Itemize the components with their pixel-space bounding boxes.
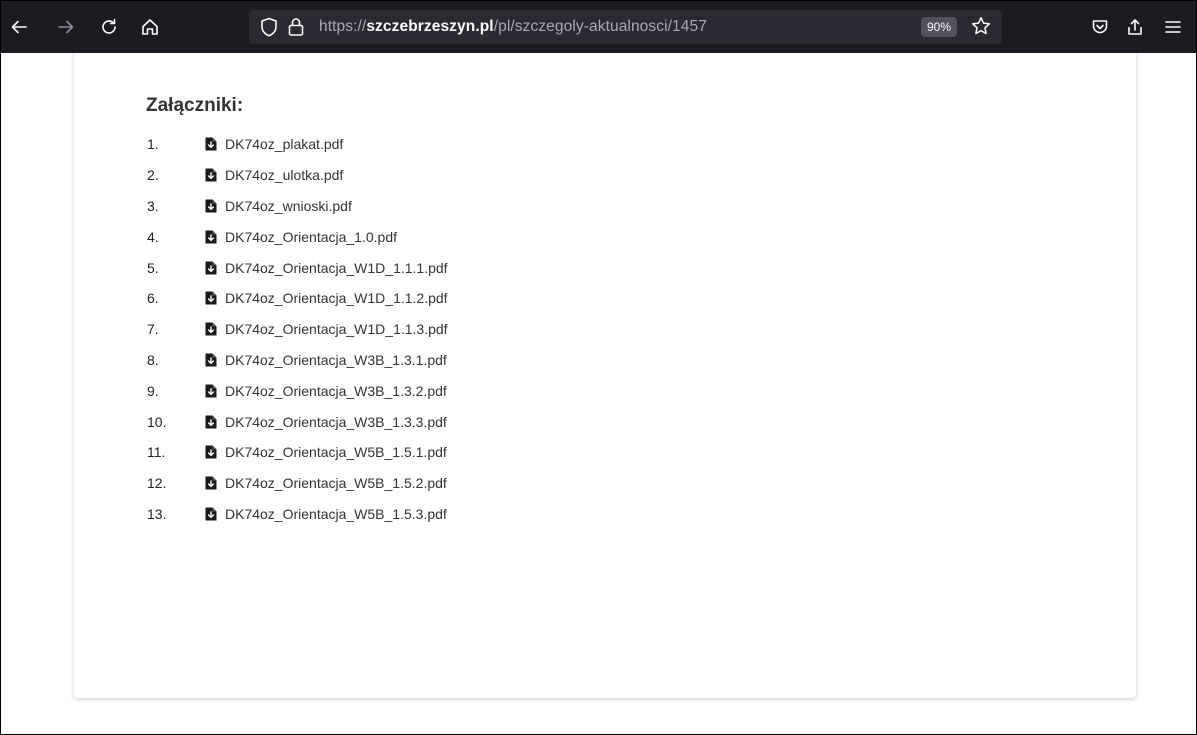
article-card: Załączniki: 1. DK74oz_plakat.pdf 2. DK74… (74, 53, 1136, 698)
attachment-item: 7. DK74oz_Orientacja_W1D_1.1.3.pdf (146, 314, 448, 345)
browser-toolbar: https://szczebrzeszyn.pl/pl/szczegoly-ak… (1, 1, 1196, 53)
attachment-item: 5. DK74oz_Orientacja_W1D_1.1.1.pdf (146, 252, 448, 283)
attachment-link[interactable]: DK74oz_Orientacja_W3B_1.3.3.pdf (225, 414, 447, 430)
attachment-link[interactable]: DK74oz_Orientacja_W5B_1.5.1.pdf (225, 444, 447, 460)
attachment-number: 8. (147, 351, 159, 368)
attachment-link[interactable]: DK74oz_Orientacja_W3B_1.3.2.pdf (225, 383, 447, 399)
attachment-link[interactable]: DK74oz_ulotka.pdf (225, 167, 343, 183)
address-bar[interactable]: https://szczebrzeszyn.pl/pl/szczegoly-ak… (249, 10, 1002, 44)
attachment-link[interactable]: DK74oz_Orientacja_W3B_1.3.1.pdf (225, 352, 447, 368)
attachment-link[interactable]: DK74oz_Orientacja_W1D_1.1.2.pdf (225, 290, 448, 306)
pdf-file-download-icon[interactable] (205, 137, 217, 151)
pdf-file-download-icon[interactable] (205, 322, 217, 336)
pdf-file-download-icon[interactable] (205, 230, 217, 244)
attachment-item: 12. DK74oz_Orientacja_W5B_1.5.2.pdf (146, 468, 448, 499)
star-icon[interactable] (970, 15, 992, 42)
url-path: /pl/szczegoly-aktualnosci/1457 (493, 18, 707, 35)
forward-arrow-icon[interactable] (54, 15, 78, 39)
pdf-file-download-icon[interactable] (205, 199, 217, 213)
attachment-number: 2. (147, 167, 159, 184)
attachment-item: 13. DK74oz_Orientacja_W5B_1.5.3.pdf (146, 499, 448, 530)
attachment-number: 4. (147, 228, 159, 245)
pdf-file-download-icon[interactable] (205, 291, 217, 305)
pdf-file-download-icon[interactable] (205, 476, 217, 490)
attachment-number: 3. (147, 197, 159, 214)
pdf-file-download-icon[interactable] (205, 445, 217, 459)
url-text[interactable]: https://szczebrzeszyn.pl/pl/szczegoly-ak… (319, 10, 707, 44)
pdf-file-download-icon[interactable] (205, 353, 217, 367)
url-host: szczebrzeszyn.pl (366, 18, 494, 35)
shield-icon[interactable] (259, 16, 279, 43)
pocket-icon[interactable] (1088, 15, 1112, 39)
pdf-file-download-icon[interactable] (205, 168, 217, 182)
lock-icon[interactable] (287, 16, 305, 43)
attachment-item: 6. DK74oz_Orientacja_W1D_1.1.2.pdf (146, 283, 448, 314)
pdf-file-download-icon[interactable] (205, 384, 217, 398)
attachment-link[interactable]: DK74oz_Orientacja_W5B_1.5.3.pdf (225, 506, 447, 522)
attachment-item: 1. DK74oz_plakat.pdf (146, 129, 448, 160)
reload-icon[interactable] (97, 15, 121, 39)
attachments-list: 1. DK74oz_plakat.pdf 2. DK74oz_ulotka.pd… (146, 129, 448, 529)
attachment-item: 10. DK74oz_Orientacja_W3B_1.3.3.pdf (146, 406, 448, 437)
attachment-link[interactable]: DK74oz_Orientacja_W5B_1.5.2.pdf (225, 475, 447, 491)
home-icon[interactable] (138, 15, 162, 39)
attachment-link[interactable]: DK74oz_Orientacja_W1D_1.1.1.pdf (225, 260, 448, 276)
attachment-item: 4. DK74oz_Orientacja_1.0.pdf (146, 221, 448, 252)
attachment-number: 10. (147, 413, 167, 430)
attachment-link[interactable]: DK74oz_plakat.pdf (225, 136, 343, 152)
attachment-number: 9. (147, 382, 159, 399)
back-arrow-icon[interactable] (7, 15, 31, 39)
attachment-number: 5. (147, 259, 159, 276)
share-icon[interactable] (1123, 15, 1147, 39)
attachment-number: 12. (147, 475, 167, 492)
pdf-file-download-icon[interactable] (205, 261, 217, 275)
attachment-number: 1. (147, 136, 159, 153)
attachment-item: 11. DK74oz_Orientacja_W5B_1.5.1.pdf (146, 437, 448, 468)
pdf-file-download-icon[interactable] (205, 415, 217, 429)
attachment-item: 9. DK74oz_Orientacja_W3B_1.3.2.pdf (146, 375, 448, 406)
attachment-link[interactable]: DK74oz_Orientacja_1.0.pdf (225, 229, 397, 245)
hamburger-menu-icon[interactable] (1161, 15, 1185, 39)
browser-window: https://szczebrzeszyn.pl/pl/szczegoly-ak… (0, 0, 1197, 735)
attachment-link[interactable]: DK74oz_Orientacja_W1D_1.1.3.pdf (225, 321, 448, 337)
attachment-link[interactable]: DK74oz_wnioski.pdf (225, 198, 352, 214)
url-prefix: https:// (319, 18, 367, 35)
attachment-number: 7. (147, 321, 159, 338)
attachment-number: 6. (147, 290, 159, 307)
zoom-level-badge[interactable]: 90% (921, 17, 958, 37)
attachment-item: 3. DK74oz_wnioski.pdf (146, 191, 448, 222)
attachment-number: 13. (147, 505, 167, 522)
attachment-item: 8. DK74oz_Orientacja_W3B_1.3.1.pdf (146, 345, 448, 376)
pdf-file-download-icon[interactable] (205, 507, 217, 521)
attachment-item: 2. DK74oz_ulotka.pdf (146, 160, 448, 191)
attachment-number: 11. (147, 444, 166, 461)
attachments-heading: Załączniki: (146, 95, 244, 116)
